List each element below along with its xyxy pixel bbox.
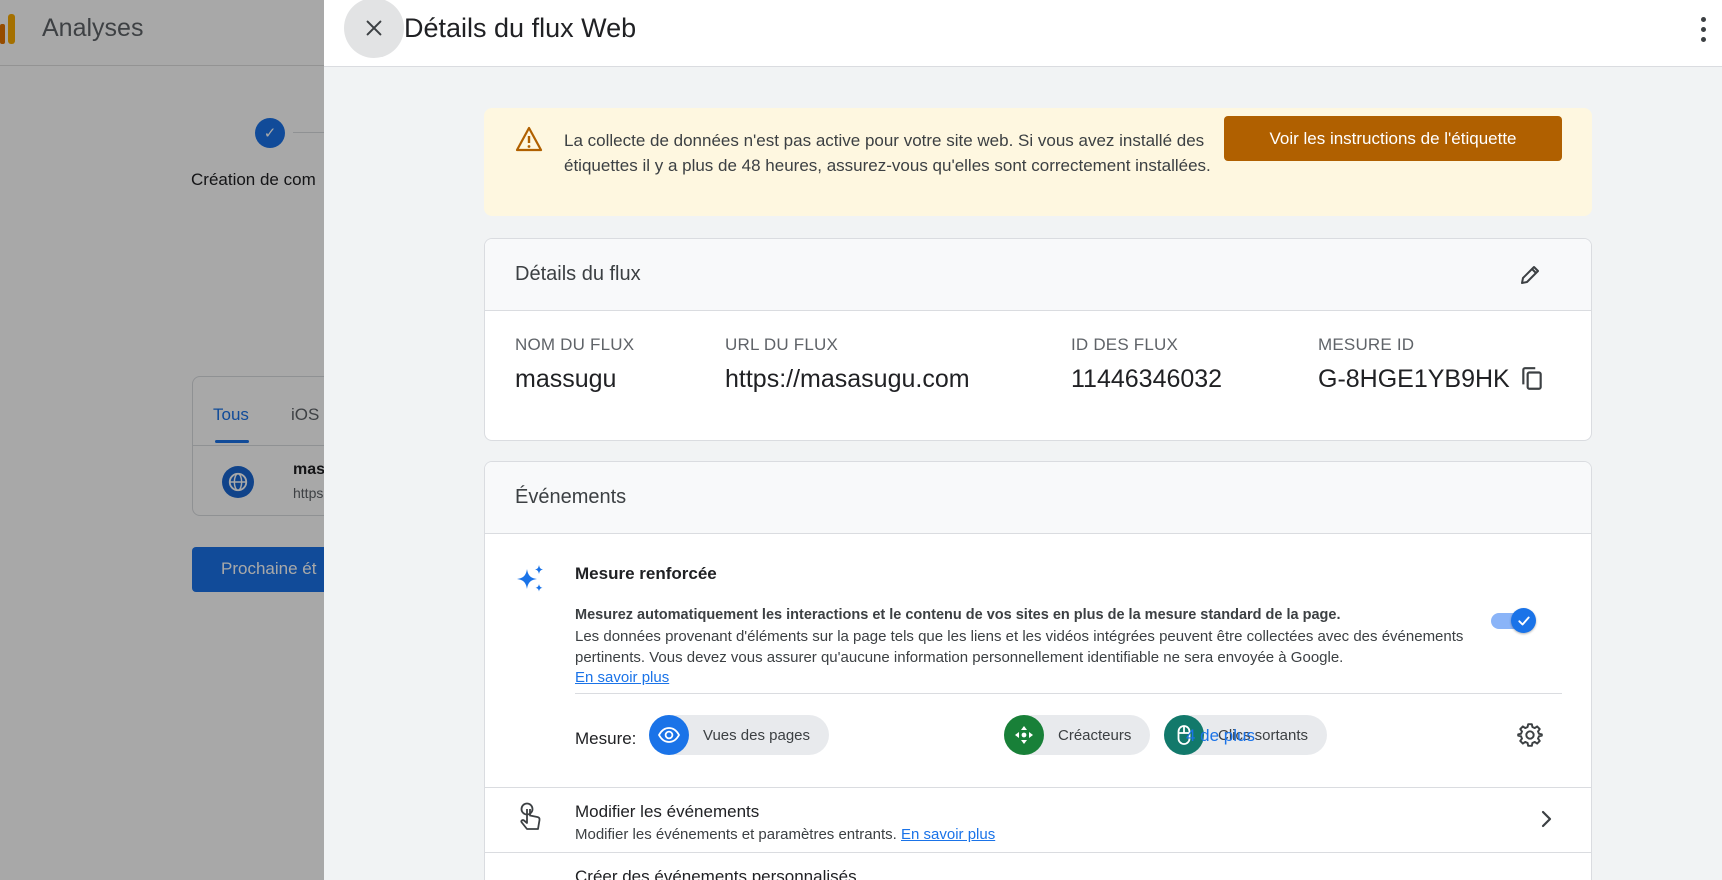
events-title: Événements	[515, 486, 627, 508]
measurement-id-field: MESURE ID G-8HGE1YB9HK	[1318, 335, 1510, 394]
chip-scrolls[interactable]: Créacteurs	[1004, 715, 1151, 755]
warning-text: La collecte de données n'est pas active …	[564, 131, 1211, 175]
stream-url-field: URL DU FLUX https://masasugu.com	[725, 335, 970, 394]
sparkle-icon	[515, 563, 547, 600]
settings-button[interactable]	[1515, 720, 1545, 750]
field-label: NOM DU FLUX	[515, 335, 635, 354]
events-header: Événements	[485, 462, 1591, 534]
stream-details-title: Détails du flux	[515, 263, 641, 285]
more-vert-icon[interactable]	[1696, 14, 1710, 44]
divider	[485, 852, 1591, 853]
divider	[575, 693, 1562, 694]
check-icon	[1511, 608, 1536, 633]
field-label: MESURE ID	[1318, 335, 1415, 354]
modify-events-text: Modifier les événements et paramètres en…	[575, 826, 897, 843]
close-button[interactable]	[344, 0, 404, 58]
modify-events-description: Modifier les événements et paramètres en…	[575, 826, 995, 843]
gear-icon	[1517, 723, 1543, 747]
scroll-icon	[1004, 715, 1044, 755]
eye-icon	[649, 715, 689, 755]
field-label: ID DES FLUX	[1071, 335, 1179, 354]
enhanced-measurement-title: Mesure renforcée	[575, 564, 717, 583]
field-value: 11446346032	[1071, 365, 1223, 393]
stream-id-field: ID DES FLUX 11446346032	[1071, 335, 1222, 394]
description-text: Les données provenant d'éléments sur la …	[575, 628, 1464, 666]
enhanced-measurement-toggle[interactable]	[1491, 608, 1539, 633]
view-tag-instructions-button[interactable]: Voir les instructions de l'étiquette	[1224, 116, 1562, 161]
panel-header: Détails du flux Web	[324, 0, 1722, 67]
create-custom-events-title[interactable]: Créer des événements personnalisés	[575, 867, 857, 880]
stream-name-field: NOM DU FLUX massugu	[515, 335, 634, 394]
close-icon	[366, 20, 382, 36]
field-value[interactable]: G-8HGE1YB9HK	[1318, 365, 1510, 394]
copy-icon	[1522, 367, 1542, 390]
warning-icon	[515, 126, 543, 157]
field-label: URL DU FLUX	[725, 335, 839, 354]
enhanced-measurement-description: Les données provenant d'éléments sur la …	[575, 627, 1495, 689]
learn-more-link[interactable]: En savoir plus	[575, 669, 669, 686]
measure-label: Mesure:	[575, 729, 637, 748]
stream-details-panel: Détails du flux Web La collecte de donné…	[324, 0, 1722, 880]
field-value: https://masasugu.com	[725, 365, 970, 393]
chip-label: Créacteurs	[1058, 726, 1132, 744]
edit-button[interactable]	[1515, 260, 1545, 290]
touch-icon	[515, 801, 545, 838]
more-events-link[interactable]: 4 de plus	[1186, 726, 1255, 746]
modify-events-title[interactable]: Modifier les événements	[575, 802, 759, 822]
learn-more-link[interactable]: En savoir plus	[901, 826, 995, 843]
chevron-right-icon[interactable]	[1534, 807, 1558, 831]
events-card: Événements Mesure renforcée Mesurez auto…	[484, 461, 1592, 880]
copy-button[interactable]	[1518, 365, 1546, 393]
warning-banner: La collecte de données n'est pas active …	[484, 108, 1592, 216]
divider	[485, 787, 1591, 788]
pencil-icon	[1521, 266, 1539, 284]
chip-page-views[interactable]: Vues des pages	[649, 715, 830, 755]
chip-label: Vues des pages	[703, 726, 811, 744]
events-body: Mesure renforcée Mesurez automatiquement…	[485, 534, 1591, 880]
stream-details-card: Détails du flux NOM DU FLUX massugu URL …	[484, 238, 1592, 441]
field-value: massugu	[515, 365, 617, 393]
enhanced-measurement-summary: Mesurez automatiquement les interactions…	[575, 607, 1341, 623]
stream-details-header: Détails du flux	[485, 239, 1591, 311]
panel-title: Détails du flux Web	[404, 13, 637, 43]
